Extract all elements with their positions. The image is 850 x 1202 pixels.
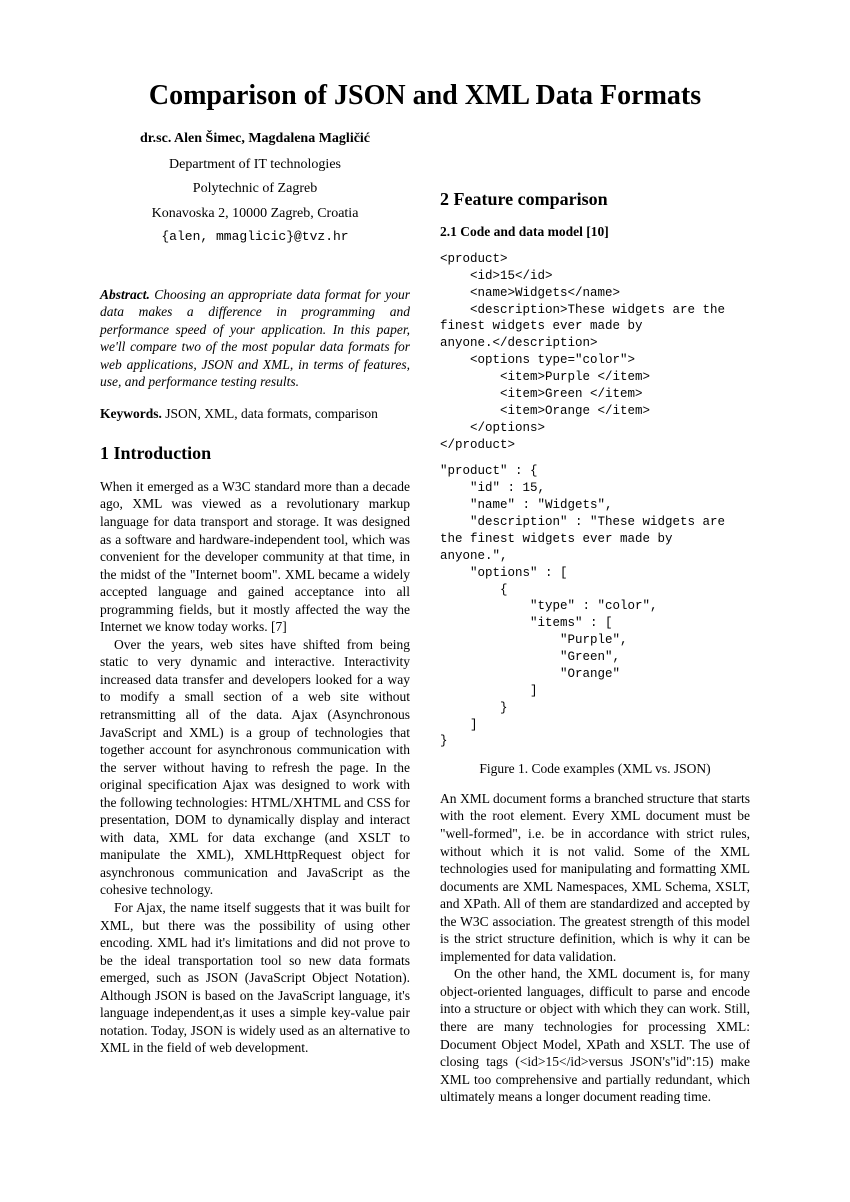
code-json-example: "product" : { "id" : 15, "name" : "Widge… bbox=[440, 463, 750, 750]
abstract-body: Choosing an appropriate data format for … bbox=[100, 287, 410, 390]
left-column: dr.sc. Alen Šimec, Magdalena Magličić De… bbox=[100, 130, 410, 1106]
abstract-label: Abstract. bbox=[100, 287, 150, 302]
affiliation-dept: Department of IT technologies bbox=[100, 156, 410, 174]
right-column: 2 Feature comparison 2.1 Code and data m… bbox=[440, 130, 750, 1106]
section2-paragraph-2: On the other hand, the XML document is, … bbox=[440, 965, 750, 1105]
section-2-heading: 2 Feature comparison bbox=[440, 188, 750, 211]
keywords-label: Keywords. bbox=[100, 406, 162, 421]
abstract: Abstract. Choosing an appropriate data f… bbox=[100, 286, 410, 391]
keywords: Keywords. JSON, XML, data formats, compa… bbox=[100, 405, 410, 423]
code-xml-example: <product> <id>15</id> <name>Widgets</nam… bbox=[440, 251, 750, 454]
keywords-body: JSON, XML, data formats, comparison bbox=[165, 406, 378, 421]
paper-title: Comparison of JSON and XML Data Formats bbox=[100, 80, 750, 112]
author-email: {alen, mmaglicic}@tvz.hr bbox=[100, 229, 410, 246]
two-column-layout: dr.sc. Alen Šimec, Magdalena Magličić De… bbox=[100, 130, 750, 1106]
intro-paragraph-1: When it emerged as a W3C standard more t… bbox=[100, 478, 410, 636]
intro-paragraph-3: For Ajax, the name itself suggests that … bbox=[100, 899, 410, 1057]
subsection-21-heading: 2.1 Code and data model [10] bbox=[440, 223, 750, 241]
affiliation-inst: Polytechnic of Zagreb bbox=[100, 180, 410, 198]
section2-paragraph-1: An XML document forms a branched structu… bbox=[440, 790, 750, 965]
intro-paragraph-2: Over the years, web sites have shifted f… bbox=[100, 636, 410, 899]
section-1-heading: 1 Introduction bbox=[100, 442, 410, 465]
authors: dr.sc. Alen Šimec, Magdalena Magličić bbox=[100, 130, 410, 148]
figure-1-caption: Figure 1. Code examples (XML vs. JSON) bbox=[440, 760, 750, 778]
affiliation-addr: Konavoska 2, 10000 Zagreb, Croatia bbox=[100, 205, 410, 223]
paper-page: Comparison of JSON and XML Data Formats … bbox=[0, 0, 850, 1166]
